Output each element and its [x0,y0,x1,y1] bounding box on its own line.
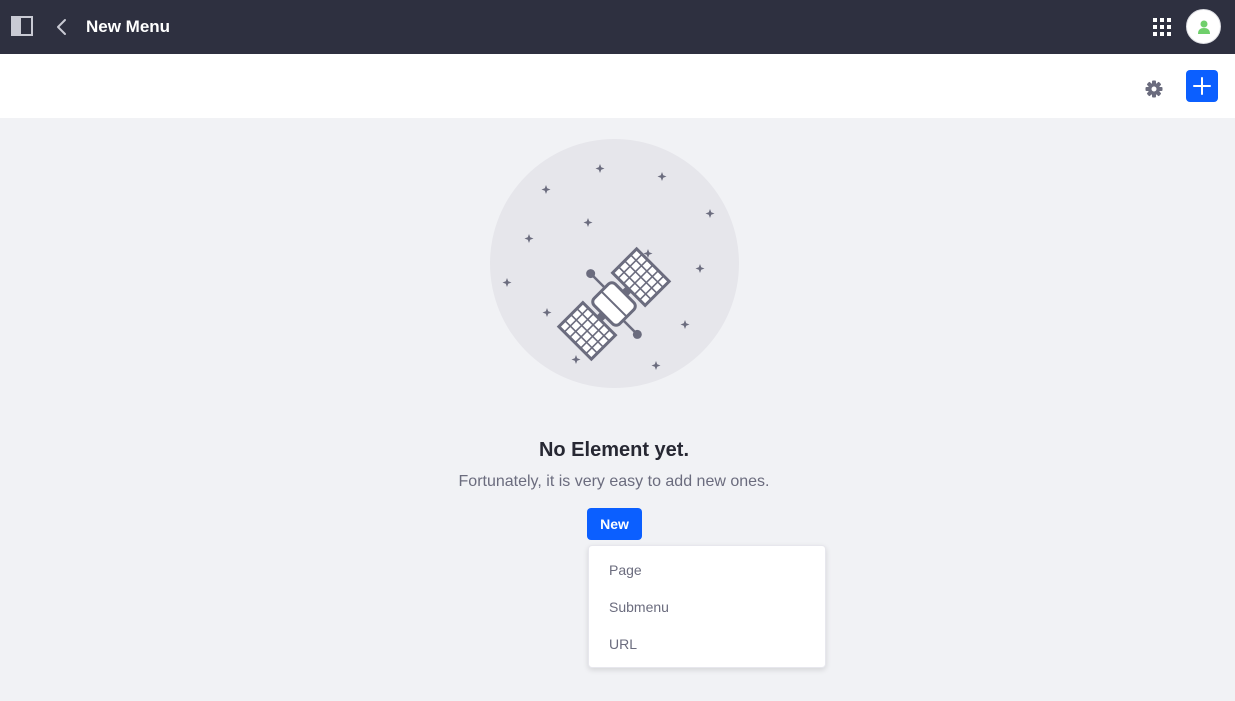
gear-icon[interactable] [1144,79,1164,99]
dropdown-item-url[interactable]: URL [589,626,825,663]
satellite-illustration [490,139,739,388]
new-dropdown-menu: Page Submenu URL [588,545,826,668]
sidebar-toggle-icon[interactable] [11,16,33,36]
user-icon [1198,20,1210,34]
plus-icon [1193,77,1211,95]
management-toolbar [0,54,1235,118]
chevron-left-icon[interactable] [52,16,72,38]
empty-state-description: Fortunately, it is very easy to add new … [458,473,770,490]
page-title: New Menu [86,17,171,36]
dropdown-item-submenu[interactable]: Submenu [589,589,825,626]
new-button[interactable]: New [587,508,642,540]
avatar[interactable] [1186,9,1221,44]
grid-icon[interactable] [1153,18,1171,36]
top-navigation-bar: New Menu [0,0,1235,54]
empty-state-title: No Element yet. [538,439,690,461]
add-button[interactable] [1186,70,1218,102]
dropdown-item-page[interactable]: Page [589,552,825,589]
